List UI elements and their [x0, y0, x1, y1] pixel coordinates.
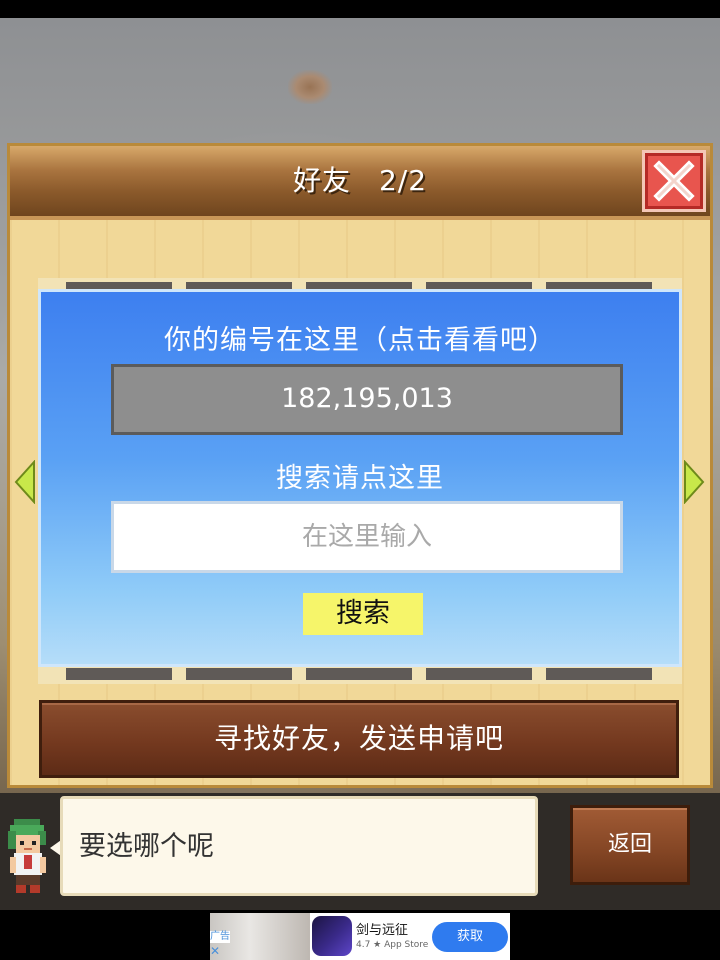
ad-get-button[interactable]: 获取: [432, 922, 508, 952]
dialog-title: 好友 2/2: [10, 146, 710, 216]
find-friends-button[interactable]: 寻找好友，发送申请吧: [39, 700, 679, 778]
status-bar: [0, 0, 720, 18]
page-indicator: 2/2: [378, 164, 428, 197]
friend-search-panel: 你的编号在这里（点击看看吧） 182,195,013 搜索请点这里 搜索: [38, 289, 682, 667]
slot: [546, 668, 652, 680]
ad-badge: 广告: [210, 931, 230, 943]
previous-page-arrow-icon[interactable]: [14, 460, 36, 504]
character-avatar-icon: [8, 819, 46, 893]
your-id-value[interactable]: 182,195,013: [111, 364, 623, 435]
speech-text: 要选哪个呢: [79, 831, 214, 862]
speech-bubble: 要选哪个呢: [60, 796, 538, 896]
ad-banner[interactable]: 广告 ✕ 剑与远征 4.7 ★ App Store 获取: [210, 913, 510, 960]
slot: [66, 668, 172, 680]
ad-rating: 4.7 ★ App Store: [356, 940, 429, 950]
back-button[interactable]: 返回: [570, 805, 690, 885]
slot: [426, 668, 532, 680]
search-label: 搜索请点这里: [276, 463, 444, 494]
title-bar: 好友 2/2: [10, 146, 710, 220]
close-button[interactable]: [642, 150, 706, 212]
ad-app-name: 剑与远征: [356, 923, 409, 938]
slot: [306, 668, 412, 680]
slot: [186, 668, 292, 680]
title-label: 好友: [292, 164, 351, 197]
friend-id-search-input[interactable]: [111, 501, 623, 573]
app-icon: [312, 916, 352, 956]
your-id-label: 你的编号在这里（点击看看吧）: [164, 325, 556, 356]
search-button[interactable]: 搜索: [303, 593, 423, 635]
ad-close-icon[interactable]: ✕: [210, 945, 220, 957]
background-sprite: [288, 70, 332, 104]
next-page-arrow-icon[interactable]: [683, 460, 705, 504]
bottom-slot-strip: [38, 664, 682, 684]
close-x-icon: [653, 160, 695, 202]
